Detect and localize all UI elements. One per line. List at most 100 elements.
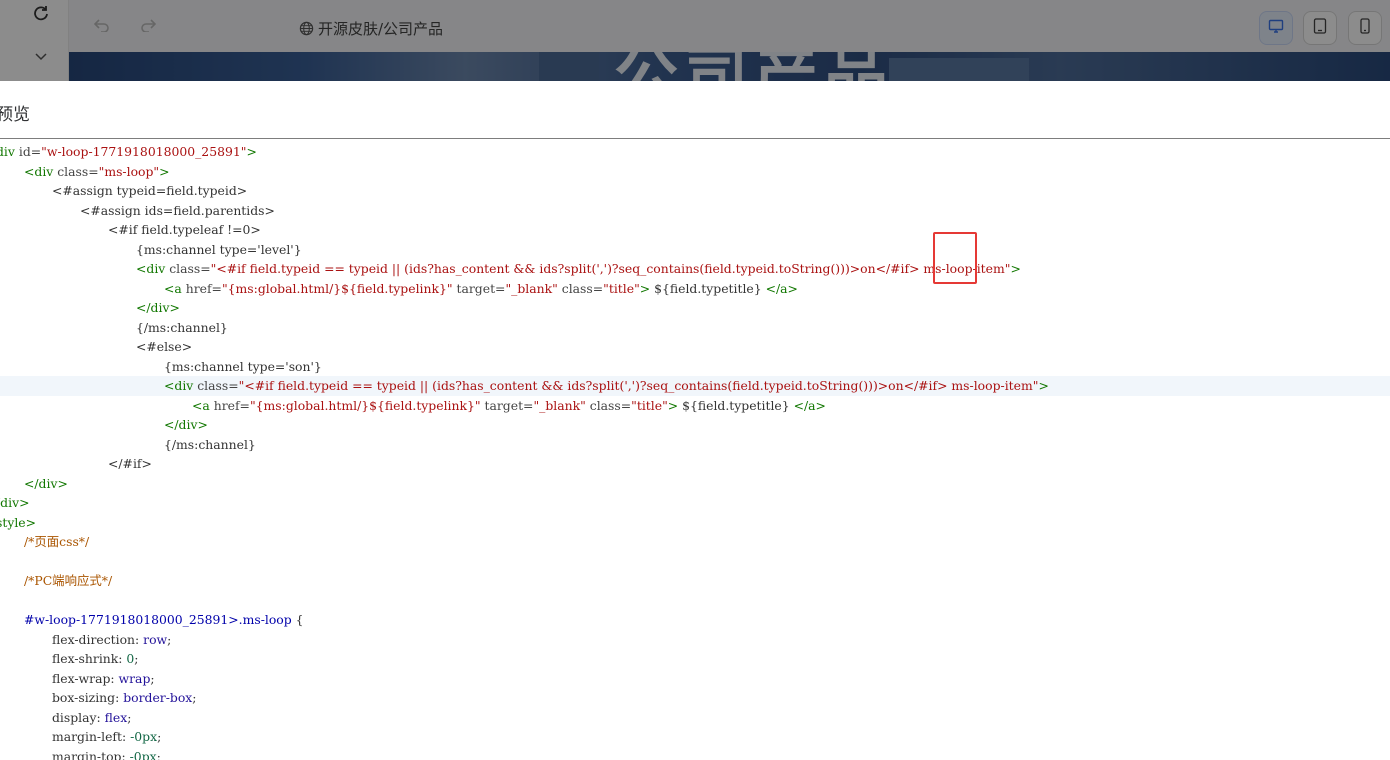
code-token: "ms-loop" <box>98 163 160 179</box>
code-token: box-sizing <box>52 690 116 705</box>
code-line-content: <#assign typeid=field.typeid> <box>52 181 247 201</box>
code-token: : <box>110 670 119 686</box>
code-token: class= <box>589 397 632 413</box>
code-line-content: {ms:channel type='level'} <box>136 240 302 260</box>
code-token: <div <box>136 261 166 276</box>
background-app: 开源皮肤/公司产品 公司产品 <box>0 0 1390 81</box>
code-token: </a> <box>793 397 826 413</box>
code-token: "_blank" <box>505 280 558 296</box>
code-token: : <box>96 709 105 725</box>
code-token: target= <box>456 280 506 296</box>
code-line-content: flex-shrink: 0; <box>52 649 138 669</box>
refresh-button[interactable] <box>26 0 56 26</box>
code-token: ${field.typetitle} <box>678 397 794 413</box>
code-line-content: flex-direction: row; <box>52 630 171 650</box>
code-token: flex-wrap <box>52 670 111 686</box>
code-line: style> <box>0 513 1390 533</box>
collapse-button[interactable] <box>26 44 56 70</box>
code-token: <div <box>164 378 194 393</box>
code-token: class= <box>197 378 239 393</box>
code-line-content: style> <box>0 513 36 533</box>
code-line: flex-wrap: wrap; <box>0 669 1390 689</box>
code-token: ; <box>127 709 132 725</box>
code-token: <#assign ids=field.parentids> <box>80 202 275 218</box>
code-token: > <box>159 163 170 179</box>
code-line-content: </div> <box>136 298 180 318</box>
code-token: display <box>52 709 97 725</box>
code-token: href= <box>213 397 250 413</box>
mobile-view-button[interactable] <box>1348 11 1382 45</box>
code-token: class= <box>57 163 99 179</box>
code-line-content: /div> <box>0 493 29 513</box>
url-bar[interactable]: 开源皮肤/公司产品 <box>299 15 859 41</box>
code-line-content: flex-wrap: wrap; <box>52 669 155 689</box>
code-token: class= <box>169 261 211 276</box>
tablet-view-button[interactable] <box>1303 11 1337 45</box>
code-line: </#if> <box>0 454 1390 474</box>
code-token: "title" <box>603 280 640 296</box>
code-line: {ms:channel type='son'} <box>0 357 1390 377</box>
code-line: {ms:channel type='level'} <box>0 240 1390 260</box>
code-line: {/ms:channel} <box>0 435 1390 455</box>
code-line-content: display: flex; <box>52 708 131 728</box>
undo-button[interactable] <box>91 16 113 36</box>
code-line: <#assign ids=field.parentids> <box>0 201 1390 221</box>
code-line-content: {/ms:channel} <box>164 435 256 455</box>
code-line-content: </div> <box>164 415 208 435</box>
code-token: ; <box>134 651 139 666</box>
code-token: : <box>121 729 131 744</box>
code-preview[interactable]: div id="w-loop-1771918018000_25891"><div… <box>0 139 1390 760</box>
code-line: display: flex; <box>0 708 1390 728</box>
dialog-title: 预览 <box>0 105 30 125</box>
code-token: "w-loop-1771918018000_25891" <box>41 144 247 159</box>
code-token: -0px <box>130 729 158 744</box>
code-line-content: margin-left: -0px; <box>52 727 161 747</box>
code-token: margin-top <box>52 748 122 760</box>
code-line: {/ms:channel} <box>0 318 1390 338</box>
code-token: div <box>0 144 15 159</box>
mobile-icon <box>1359 18 1371 38</box>
code-line: /div> <box>0 493 1390 513</box>
code-line-content: <a href="{ms:global.html/}${field.typeli… <box>164 279 798 299</box>
code-token: /*页面css*/ <box>24 534 90 549</box>
code-token: "_blank" <box>533 397 586 413</box>
page-banner-image: 公司产品 <box>69 52 1390 81</box>
code-line: </div> <box>0 415 1390 435</box>
code-token: > <box>667 397 679 413</box>
code-token: ; <box>167 631 172 647</box>
code-line: </div> <box>0 474 1390 494</box>
code-line: <div class="ms-loop"> <box>0 162 1390 182</box>
code-token: {ms:channel type='son'} <box>164 358 322 374</box>
code-line: #w-loop-1771918018000_25891>.ms-loop { <box>0 610 1390 630</box>
code-line: margin-left: -0px; <box>0 727 1390 747</box>
globe-icon <box>299 21 314 36</box>
code-token: </div> <box>164 417 208 432</box>
code-line: flex-shrink: 0; <box>0 649 1390 669</box>
code-token: </div> <box>136 300 180 315</box>
annotation-highlight-box <box>933 232 977 284</box>
code-token: margin-left <box>52 729 122 744</box>
code-token: > <box>246 144 257 159</box>
preview-dialog: 预览 div id="w-loop-1771918018000_25891"><… <box>0 81 1390 760</box>
code-line: <div class="<#if field.typeid == typeid … <box>0 376 1390 396</box>
code-token: </a> <box>765 280 798 296</box>
code-token: <div <box>24 163 54 179</box>
code-token: <a <box>164 280 182 296</box>
code-token: <#else> <box>136 339 193 354</box>
code-line: <a href="{ms:global.html/}${field.typeli… <box>0 396 1390 416</box>
code-token: "{ms:global.html/}${field.typelink}" <box>221 280 453 296</box>
redo-icon <box>140 17 157 36</box>
desktop-view-button[interactable] <box>1259 11 1293 45</box>
code-line-content: <a href="{ms:global.html/}${field.typeli… <box>192 396 826 416</box>
code-line: <#assign typeid=field.typeid> <box>0 181 1390 201</box>
redo-button[interactable] <box>137 16 159 36</box>
dialog-header: 预览 <box>0 81 1390 139</box>
code-line-content: div id="w-loop-1771918018000_25891"> <box>0 142 257 162</box>
code-token: : <box>135 631 144 647</box>
code-line-content: <div class="<#if field.typeid == typeid … <box>164 376 1049 396</box>
code-token: {ms:channel type='level'} <box>136 241 302 257</box>
code-line: flex-direction: row; <box>0 630 1390 650</box>
code-token: <#assign typeid=field.typeid> <box>52 183 248 198</box>
code-token: {/ms:channel} <box>136 319 228 335</box>
